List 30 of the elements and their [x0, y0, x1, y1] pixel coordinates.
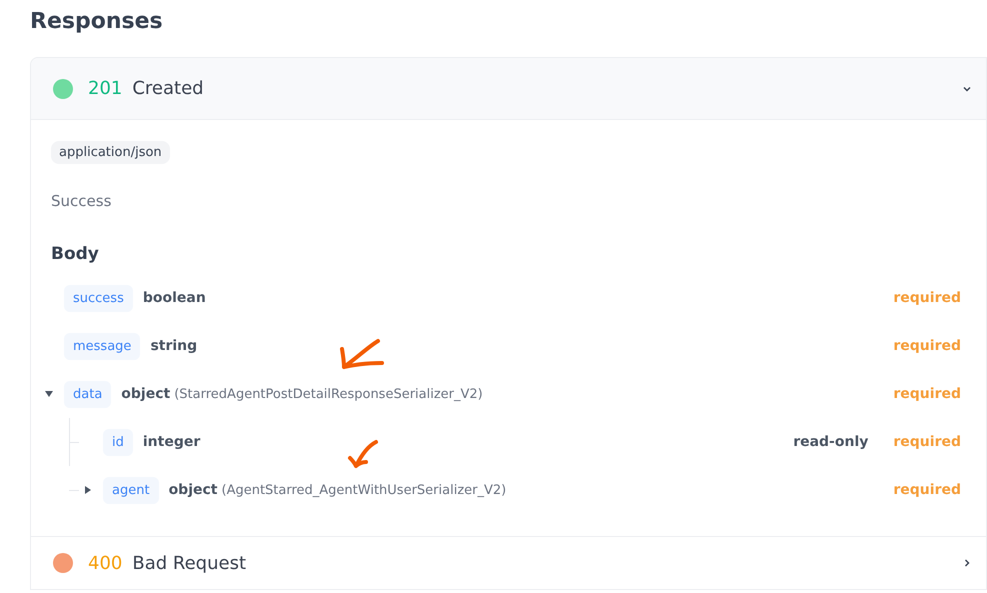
status-text: Bad Request — [132, 552, 246, 574]
chevron-right-icon — [962, 558, 972, 568]
required-label: required — [893, 386, 961, 402]
field-name: id — [103, 428, 133, 456]
field-type: boolean — [142, 290, 206, 306]
field-type: object — [168, 482, 218, 498]
required-label: required — [893, 482, 961, 498]
status-code: 201 — [88, 78, 122, 99]
response-description: Success — [51, 192, 112, 210]
status-text: Created — [132, 78, 204, 99]
response-header[interactable]: 201 Created — [31, 58, 986, 120]
field-type: object — [121, 386, 170, 402]
field-name: success — [64, 284, 133, 312]
body-heading: Body — [51, 244, 99, 264]
read-only-label: read-only — [793, 434, 868, 450]
required-label: required — [893, 434, 961, 450]
field-name: data — [64, 380, 112, 408]
section-heading: Responses — [30, 8, 164, 36]
schema-name: (StarredAgentPostDetailResponseSerializer_V2) — [174, 386, 483, 402]
content-type-tag: application/json — [51, 141, 170, 164]
required-label: required — [893, 290, 961, 306]
required-label: required — [893, 338, 961, 354]
expand-triangle-icon[interactable] — [83, 485, 93, 495]
field-name: agent — [103, 476, 159, 504]
collapse-triangle-icon[interactable] — [44, 389, 54, 399]
field-name: message — [64, 332, 140, 360]
field-type: integer — [142, 434, 200, 450]
schema-name: (AgentStarred_AgentWithUserSerializer_V2) — [222, 482, 506, 498]
status-code: 400 — [88, 552, 122, 574]
field-type: string — [150, 338, 198, 354]
